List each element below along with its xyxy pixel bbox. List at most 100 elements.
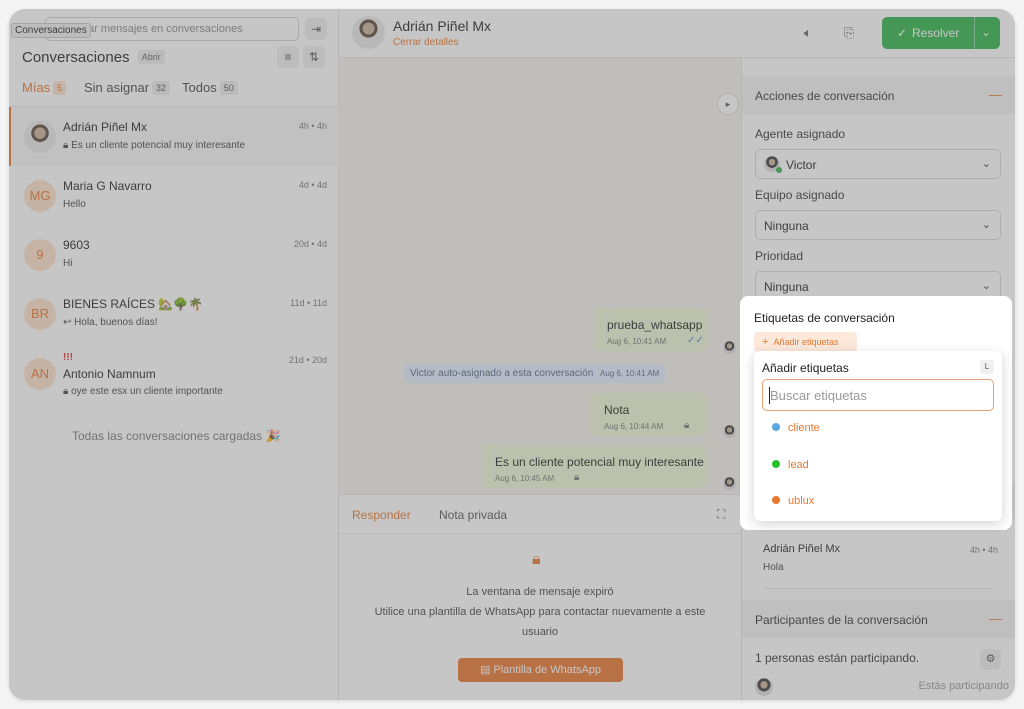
tab-unassigned[interactable]: Sin asignar 32: [84, 80, 171, 95]
conversation-name: Antonio Namnum: [63, 367, 156, 381]
previous-conversation-time: 4h • 4h: [969, 545, 998, 555]
lock-icon: 🔒︎: [574, 472, 580, 483]
contact-avatar: [352, 16, 385, 49]
conversation-preview: 🔒︎ Es un cliente potencial muy interesan…: [63, 140, 245, 151]
chevron-right-icon[interactable]: ▸: [717, 93, 739, 115]
whatsapp-template-label: Plantilla de WhatsApp: [493, 664, 602, 676]
conversation-time: 4d • 4d: [298, 180, 327, 190]
status-filter-badge[interactable]: Abrir: [137, 50, 165, 64]
lock-icon: 🔒︎: [532, 551, 541, 568]
label-option-ublux[interactable]: ublux: [772, 495, 814, 507]
message-bubble: Es un cliente potencial muy interesante …: [481, 445, 707, 488]
label-color-dot: [772, 496, 780, 504]
agent-label: Agente asignado: [755, 127, 846, 141]
message-text: prueba_whatsapp: [607, 318, 703, 332]
team-select[interactable]: Ninguna ⌄: [755, 210, 1001, 240]
conversation-item[interactable]: BR BIENES RAÍCES 🏡🌳🌴 11d • 11d ↩ Hola, b…: [9, 284, 339, 343]
conversation-item[interactable]: !!! AN Antonio Namnum 21d • 20d 🔒︎ oye e…: [9, 345, 339, 404]
participants-title: Participantes de la conversación: [755, 613, 928, 627]
system-message: Victor auto-asignado a esta conversación…: [404, 364, 666, 383]
priority-urgent-icon: !!!: [63, 352, 73, 363]
expired-message: La ventana de mensaje expiró Utilice una…: [339, 582, 741, 642]
label-color-dot: [772, 460, 780, 468]
previous-conversation-preview: Hola: [763, 562, 784, 573]
add-labels-button[interactable]: + Añadir etiquetas: [754, 332, 857, 352]
tab-mine[interactable]: Mías 5: [22, 80, 70, 108]
participating-status[interactable]: Estás participando: [919, 680, 1010, 692]
label-search-input[interactable]: Buscar etiquetas: [762, 379, 994, 411]
shortcut-key: L: [980, 360, 994, 374]
conversation-preview: Hi: [63, 258, 73, 269]
lock-icon: 🔒︎: [63, 386, 72, 397]
all-loaded-text: Todas las conversaciones cargadas 🎉: [72, 429, 281, 443]
tab-all-count: 50: [219, 81, 238, 95]
template-icon: ▤: [479, 664, 494, 676]
app-window: Conversaciones ar mensajes en conversaci…: [9, 9, 1015, 700]
reply-box: Responder Nota privada ⛶ 🔒︎ La ventana d…: [339, 494, 741, 700]
tab-mine-label: Mías: [22, 80, 51, 95]
mute-icon[interactable]: 🔈︎: [804, 25, 812, 41]
tab-reply[interactable]: Responder: [352, 508, 411, 522]
filter-icon[interactable]: ≡: [277, 46, 299, 68]
label-color-dot: [772, 423, 780, 431]
chevron-down-icon[interactable]: ⌄: [981, 25, 991, 39]
reply-icon: ↩: [63, 317, 75, 328]
conversation-preview: Hello: [63, 199, 86, 210]
conversations-tooltip: Conversaciones: [11, 23, 91, 38]
actions-title: Acciones de conversación: [755, 89, 895, 103]
expired-line-1: Utilice una plantilla de WhatsApp para c…: [374, 606, 706, 618]
close-details-link[interactable]: Cerrar detalles: [393, 37, 459, 48]
agent-select[interactable]: Victor ⌄: [755, 149, 1001, 179]
expired-line-2: usuario: [521, 626, 559, 638]
sidebar-title: Conversaciones Abrir: [22, 49, 165, 66]
conversation-preview-text: Es un cliente potencial muy interesante: [71, 140, 246, 151]
participants-count: 1 personas están participando.: [755, 651, 920, 665]
agent-avatar: [723, 425, 736, 438]
conversation-header: Adrián Piñel Mx Cerrar detalles 🔈︎ ⎘ ✓ R…: [339, 9, 1015, 58]
message-thread: prueba_whatsapp Aug 6, 10:41 AM ✓✓ Victo…: [339, 58, 741, 494]
conversation-name: 9603: [63, 238, 90, 252]
conversation-item[interactable]: MG Maria G Navarro 4d • 4d Hello: [9, 166, 339, 225]
actions-section-header[interactable]: Acciones de conversación —: [742, 76, 1015, 114]
resolve-separator: [974, 17, 975, 49]
message-time: Aug 6, 10:41 AM: [607, 337, 667, 346]
message-text: Nota: [604, 403, 630, 417]
team-value: Ninguna: [764, 219, 809, 233]
previous-conversation-name[interactable]: Adrián Piñel Mx: [763, 543, 840, 555]
whatsapp-template-button[interactable]: ▤ Plantilla de WhatsApp: [458, 658, 623, 682]
resolve-button[interactable]: ✓ Resolver ⌄: [882, 17, 1000, 49]
conversation-name: Adrián Piñel Mx: [63, 120, 148, 134]
priority-value: Ninguna: [764, 280, 809, 294]
message-bubble: prueba_whatsapp Aug 6, 10:41 AM ✓✓: [593, 308, 707, 351]
label-option-text: cliente: [788, 422, 820, 434]
contact-name: Adrián Piñel Mx: [393, 18, 492, 34]
conversation-name: Maria G Navarro: [63, 179, 152, 193]
conversation-time: 20d • 4d: [293, 239, 327, 249]
sort-icon[interactable]: ⇅: [303, 46, 325, 68]
conversation-item[interactable]: Adrián Piñel Mx 4h • 4h 🔒︎ Es un cliente…: [9, 107, 339, 166]
label-option-lead[interactable]: lead: [772, 459, 809, 471]
divider: [763, 588, 993, 589]
chevron-down-icon: ⌄: [981, 158, 991, 170]
participants-section-header[interactable]: Participantes de la conversación —: [742, 600, 1015, 638]
plus-icon: +: [762, 336, 769, 348]
collapse-icon[interactable]: —: [989, 611, 1002, 626]
team-label: Equipo asignado: [755, 188, 845, 202]
expand-icon[interactable]: ⛶: [717, 507, 725, 522]
gear-icon[interactable]: ⚙: [980, 649, 1001, 670]
labels-section: Etiquetas de conversación + Añadir etique…: [740, 296, 1012, 530]
agent-avatar: [723, 341, 736, 354]
collapse-icon[interactable]: —: [989, 87, 1002, 102]
tab-private-note[interactable]: Nota privada: [439, 508, 507, 522]
private-note-bubble: Nota Aug 6, 10:44 AM 🔒︎: [590, 393, 707, 436]
collapse-sidebar-icon[interactable]: ⇥: [305, 18, 327, 40]
share-icon[interactable]: ⎘: [844, 25, 854, 41]
conversation-item[interactable]: 9 9603 20d • 4d Hi: [9, 225, 339, 284]
participant-avatar: [755, 678, 773, 696]
tab-all[interactable]: Todos 50: [182, 80, 238, 95]
label-option-cliente[interactable]: cliente: [772, 422, 820, 434]
conversation-preview: 🔒︎ oye este esx un cliente importante: [63, 386, 223, 397]
label-option-text: lead: [788, 459, 809, 471]
labels-title: Etiquetas de conversación: [754, 311, 895, 325]
conversation-preview: ↩ Hola, buenos días!: [63, 317, 158, 328]
